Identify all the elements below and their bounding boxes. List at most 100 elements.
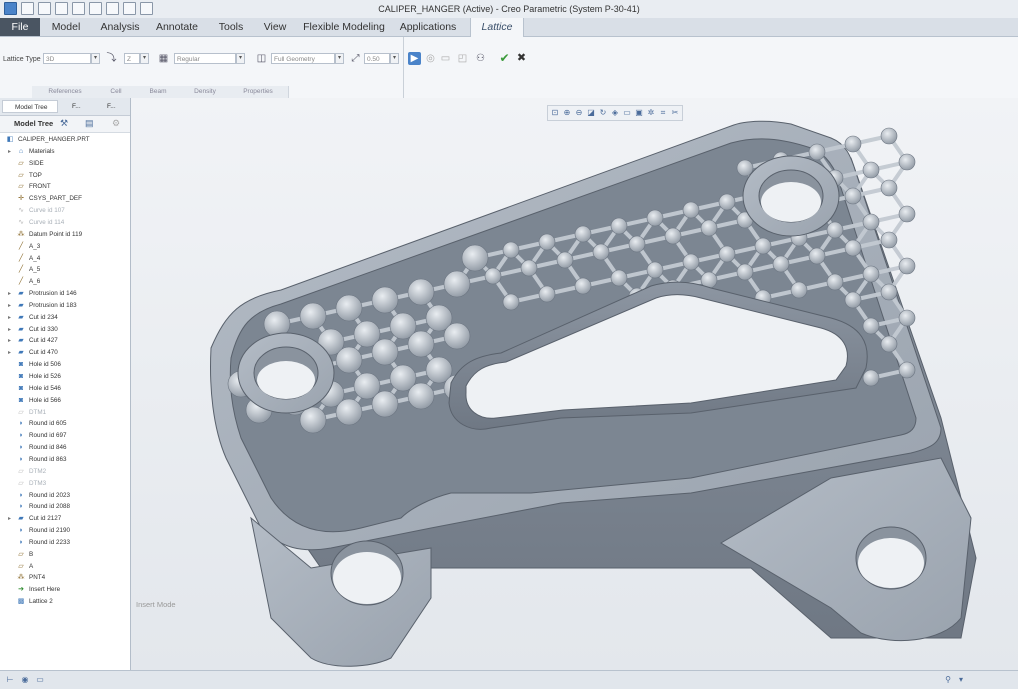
group-properties[interactable]: Properties: [228, 86, 289, 98]
spin-center-icon[interactable]: ✂: [670, 108, 680, 118]
play-icon[interactable]: ▶: [408, 52, 421, 65]
scale-dropdown[interactable]: ▾: [390, 53, 399, 64]
repaint-icon[interactable]: ◪: [586, 108, 596, 118]
tree-item[interactable]: ◗ Round id 2233: [0, 537, 130, 549]
tree-item[interactable]: ▸ ▰ Cut id 234: [0, 312, 130, 324]
full-screen-icon[interactable]: ▭: [35, 675, 45, 685]
axis-direction-icon[interactable]: ⤵: [105, 52, 118, 65]
cell-type-icon[interactable]: ▦: [157, 52, 170, 65]
tab-model[interactable]: Model: [44, 18, 88, 36]
expand-arrow-icon[interactable]: ▸: [8, 347, 14, 359]
reorient-icon[interactable]: ↻: [598, 108, 608, 118]
cell-type-select[interactable]: Regular: [174, 53, 236, 64]
tree-item[interactable]: ∿ Curve id 114: [0, 217, 130, 229]
expand-arrow-icon[interactable]: ▸: [8, 335, 14, 347]
expand-arrow-icon[interactable]: ▸: [8, 513, 14, 525]
selection-filter-dropdown-icon[interactable]: ▾: [956, 675, 966, 685]
group-beam[interactable]: Beam: [134, 86, 183, 98]
tree-item[interactable]: ➔ Insert Here: [0, 584, 130, 596]
tree-item[interactable]: ▸ ▰ Protrusion id 146: [0, 288, 130, 300]
axis-select[interactable]: Z: [124, 53, 140, 64]
tree-item[interactable]: ▸ ▰ Cut id 470: [0, 347, 130, 359]
tab-view[interactable]: View: [258, 18, 292, 36]
ok-icon[interactable]: ✔: [498, 52, 511, 65]
tab-file[interactable]: File: [0, 18, 40, 36]
group-density[interactable]: Density: [182, 86, 229, 98]
tree-item[interactable]: ◧ CALIPER_HANGER.PRT: [0, 134, 130, 146]
tree-item[interactable]: ▩ Lattice 2: [0, 596, 130, 608]
tree-item[interactable]: ╱ A_6: [0, 276, 130, 288]
tab-model-tree[interactable]: Model Tree: [2, 100, 58, 113]
tree-item[interactable]: ⁂ Datum Point id 119: [0, 229, 130, 241]
zoom-out-icon[interactable]: ⊖: [574, 108, 584, 118]
tree-item[interactable]: ▱ SIDE: [0, 158, 130, 170]
tree-item[interactable]: ▱ FRONT: [0, 181, 130, 193]
tree-item[interactable]: ▱ A: [0, 561, 130, 573]
tree-item[interactable]: ◙ Hole id 526: [0, 371, 130, 383]
show-browser-icon[interactable]: ◉: [20, 675, 30, 685]
view-manager-icon[interactable]: ▭: [622, 108, 632, 118]
lattice-type-select[interactable]: 3D: [43, 53, 91, 64]
tree-item[interactable]: ╱ A_4: [0, 253, 130, 265]
pause-icon[interactable]: ◎: [424, 52, 437, 65]
expand-arrow-icon[interactable]: ▸: [8, 288, 14, 300]
tree-item[interactable]: ▸ ▰ Protrusion id 183: [0, 300, 130, 312]
annotation-display-icon[interactable]: ⌗: [658, 108, 668, 118]
geometry-select[interactable]: Full Geometry: [271, 53, 335, 64]
tab-folder-browser[interactable]: F...: [60, 100, 92, 113]
group-cell[interactable]: Cell: [98, 86, 135, 98]
tree-item[interactable]: ▸ ▰ Cut id 427: [0, 335, 130, 347]
tree-item[interactable]: ◙ Hole id 506: [0, 359, 130, 371]
verify-icon[interactable]: ◰: [456, 52, 469, 65]
tab-tools[interactable]: Tools: [212, 18, 250, 36]
tree-item[interactable]: ◗ Round id 2023: [0, 490, 130, 502]
tree-item[interactable]: ◗ Round id 2190: [0, 525, 130, 537]
tree-item[interactable]: ╱ A_3: [0, 241, 130, 253]
tab-flexible-modeling[interactable]: Flexible Modeling: [302, 18, 386, 36]
group-references[interactable]: References: [32, 86, 99, 98]
cancel-icon[interactable]: ✖: [515, 52, 528, 65]
show-navigator-icon[interactable]: ⊢: [5, 675, 15, 685]
tree-item[interactable]: ◗ Round id 2088: [0, 501, 130, 513]
tree-item[interactable]: ▱ DTM3: [0, 478, 130, 490]
tree-item[interactable]: ∿ Curve id 107: [0, 205, 130, 217]
tree-item[interactable]: ╱ A_5: [0, 264, 130, 276]
tree-item[interactable]: ▱ TOP: [0, 170, 130, 182]
tab-favorites[interactable]: F...: [95, 100, 127, 113]
tree-item[interactable]: ◗ Round id 846: [0, 442, 130, 454]
preview-icon[interactable]: ▭: [439, 52, 452, 65]
tree-filter-icon[interactable]: ⚙: [112, 118, 120, 129]
expand-arrow-icon[interactable]: ▸: [8, 312, 14, 324]
datum-display-icon[interactable]: ✲: [646, 108, 656, 118]
glasses-icon[interactable]: ⚇: [474, 52, 487, 65]
tree-item[interactable]: ▱ B: [0, 549, 130, 561]
tree-item[interactable]: ▸ ⌂ Materials: [0, 146, 130, 158]
tree-item[interactable]: ◗ Round id 697: [0, 430, 130, 442]
caliper-hanger-model[interactable]: [131, 98, 1018, 670]
refit-icon[interactable]: ⊡: [550, 108, 560, 118]
tab-lattice[interactable]: Lattice: [470, 18, 524, 37]
geometry-icon[interactable]: ◫: [255, 52, 268, 65]
tree-settings-icon[interactable]: ⚒: [60, 118, 68, 129]
graphics-area[interactable]: [131, 98, 1018, 670]
tab-annotate[interactable]: Annotate: [150, 18, 204, 36]
tree-item[interactable]: ⁂ PNT4: [0, 572, 130, 584]
expand-arrow-icon[interactable]: ▸: [8, 300, 14, 312]
expand-arrow-icon[interactable]: ▸: [8, 324, 14, 336]
zoom-in-icon[interactable]: ⊕: [562, 108, 572, 118]
tree-item[interactable]: ▸ ▰ Cut id 330: [0, 324, 130, 336]
tree-item[interactable]: ◗ Round id 605: [0, 418, 130, 430]
expand-arrow-icon[interactable]: ▸: [8, 146, 14, 158]
tree-item[interactable]: ◙ Hole id 566: [0, 395, 130, 407]
tree-item[interactable]: ◙ Hole id 546: [0, 383, 130, 395]
tree-item[interactable]: ◗ Round id 863: [0, 454, 130, 466]
tree-item[interactable]: ▱ DTM2: [0, 466, 130, 478]
saved-orientations-icon[interactable]: ◈: [610, 108, 620, 118]
tab-analysis[interactable]: Analysis: [94, 18, 146, 36]
display-style-icon[interactable]: ▣: [634, 108, 644, 118]
tree-item[interactable]: ✛ CSYS_PART_DEF: [0, 193, 130, 205]
tree-item[interactable]: ▸ ▰ Cut id 2127: [0, 513, 130, 525]
tab-applications[interactable]: Applications: [395, 18, 461, 36]
find-icon[interactable]: ⚲: [943, 675, 953, 685]
lattice-type-dropdown[interactable]: ▾: [91, 53, 100, 64]
